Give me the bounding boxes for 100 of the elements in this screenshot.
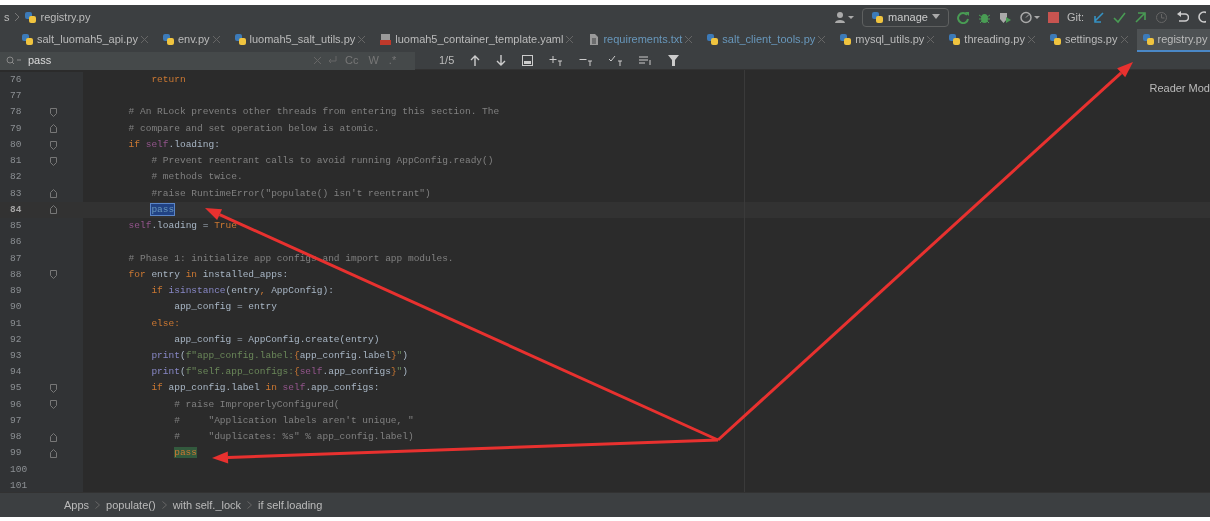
- code-line: # "duplicates: %s" % app_config.label): [173, 430, 414, 445]
- close-icon[interactable]: [212, 36, 220, 43]
- window-icon[interactable]: [522, 55, 534, 66]
- python-file-icon: [1048, 33, 1062, 46]
- close-icon[interactable]: [685, 36, 693, 43]
- editor-tab[interactable]: luomah5_container_template.yaml: [374, 29, 579, 52]
- code-line: print(f"app_config.label:{app_config.label}"): [150, 348, 408, 363]
- clear-icon[interactable]: [314, 57, 321, 64]
- arrow-up-icon[interactable]: [470, 55, 481, 66]
- file-name[interactable]: registry.py: [40, 8, 91, 26]
- line-number: 84: [9, 202, 23, 217]
- fold-marker-icon[interactable]: [50, 140, 57, 150]
- fold-marker-icon[interactable]: [50, 108, 57, 118]
- path-segment[interactable]: s: [4, 8, 10, 26]
- code-line: app_config = entry: [173, 300, 277, 315]
- fold-marker-icon[interactable]: [50, 270, 57, 280]
- code-line: # "Application labels aren't unique, ": [173, 413, 414, 428]
- fold-marker-icon[interactable]: [50, 205, 57, 215]
- code-line: # raise ImproperlyConfigured(: [173, 397, 340, 412]
- add-occurrence-icon[interactable]: [549, 55, 564, 66]
- line-number: 92: [9, 332, 23, 347]
- editor-tab[interactable]: requirements.txt: [582, 29, 698, 52]
- line-number: 98: [9, 430, 23, 445]
- text-file-icon: [587, 33, 601, 46]
- close-icon[interactable]: [358, 36, 366, 43]
- python-file-icon: [1141, 33, 1155, 46]
- newline-icon[interactable]: [327, 56, 337, 65]
- line-number: 77: [9, 89, 23, 104]
- editor-tab[interactable]: mysql_utils.py: [834, 29, 940, 52]
- undo-icon[interactable]: [1176, 10, 1189, 24]
- close-icon[interactable]: [818, 36, 826, 43]
- code-line: #raise RuntimeError("populate() isn't reentrant"): [150, 186, 431, 201]
- close-icon[interactable]: [1027, 36, 1035, 43]
- user-icon[interactable]: [834, 11, 855, 23]
- line-number: 88: [9, 267, 23, 282]
- checkmark-icon[interactable]: [1113, 10, 1126, 24]
- fold-marker-icon[interactable]: [50, 449, 57, 458]
- chevron-icon: [13, 12, 20, 22]
- code-line: # Phase 1: initialize app configs and import app modules.: [127, 251, 454, 266]
- python-file-icon: [871, 10, 885, 24]
- chevron-icon: [247, 501, 253, 509]
- push-arrow-icon[interactable]: [1134, 10, 1147, 24]
- shield-run-icon[interactable]: [998, 10, 1012, 24]
- reader-mode-label[interactable]: Reader Mod: [1149, 80, 1210, 97]
- editor-tab[interactable]: threading.py: [943, 29, 1040, 52]
- fold-marker-icon[interactable]: [50, 124, 57, 134]
- line-number: 79: [9, 121, 23, 136]
- code-line: print(f"self.app_configs:{self.app_configs}"): [150, 365, 408, 380]
- editor-tab[interactable]: registry.py: [1136, 29, 1210, 52]
- line-number: 76: [9, 73, 23, 87]
- code-line: # An RLock prevents other threads from entering this section. The: [127, 105, 500, 120]
- clock-icon[interactable]: [1155, 10, 1168, 24]
- match-count: 1/5: [439, 53, 455, 69]
- editor-tab[interactable]: salt_luomah5_api.py: [16, 29, 153, 52]
- code-line: if isinstance(entry, AppConfig):: [150, 284, 334, 299]
- code-line: return: [150, 73, 186, 87]
- update-arrow-icon[interactable]: [1092, 10, 1105, 24]
- fold-marker-icon[interactable]: [50, 432, 57, 442]
- editor-tab[interactable]: settings.py: [1043, 29, 1133, 52]
- fold-marker-icon[interactable]: [50, 384, 57, 394]
- line-number: 83: [9, 186, 23, 201]
- vcs-label: Git:: [1066, 9, 1084, 25]
- line-number: 85: [9, 219, 23, 234]
- python-file-icon: [948, 33, 962, 46]
- run-config-dropdown[interactable]: manage: [862, 7, 949, 27]
- editor-tab[interactable]: env.py: [156, 29, 225, 52]
- filter-icon[interactable]: [668, 55, 680, 66]
- line-number: 99: [9, 446, 23, 461]
- line-number: 80: [9, 137, 23, 152]
- code-line: # methods twice.: [150, 170, 243, 185]
- line-number: 90: [9, 300, 23, 315]
- line-number: 97: [9, 413, 23, 428]
- line-number: 101: [9, 478, 29, 492]
- breadcrumb-item[interactable]: if self.loading: [258, 496, 323, 514]
- python-file-icon: [21, 33, 34, 46]
- line-number: 87: [9, 251, 23, 266]
- breadcrumb-item[interactable]: Apps: [64, 496, 90, 514]
- close-icon[interactable]: [1120, 36, 1128, 43]
- editor-tab[interactable]: salt_client_tools.py: [701, 29, 831, 52]
- fold-marker-icon[interactable]: [50, 400, 57, 410]
- select-all-icon[interactable]: [609, 55, 624, 66]
- stop-icon[interactable]: [1047, 11, 1059, 23]
- close-icon[interactable]: [927, 36, 935, 43]
- rerun-icon[interactable]: [956, 10, 970, 24]
- breadcrumb-item[interactable]: populate(): [106, 496, 156, 514]
- gauge-icon[interactable]: [1019, 10, 1040, 24]
- yaml-file-icon: [379, 33, 393, 46]
- close-icon[interactable]: [140, 36, 148, 43]
- chevron-icon: [161, 501, 167, 509]
- code-line: if self.loading:: [127, 137, 220, 152]
- editor-tab[interactable]: luomah5_salt_utils.py: [228, 29, 371, 52]
- line-number: 94: [9, 365, 23, 380]
- python-file-icon: [233, 33, 247, 46]
- line-number: 81: [9, 154, 23, 169]
- breadcrumb-item[interactable]: with self._lock: [172, 496, 242, 514]
- list-options-icon[interactable]: [639, 55, 653, 66]
- fold-marker-icon[interactable]: [50, 156, 57, 166]
- close-icon[interactable]: [566, 36, 574, 43]
- fold-marker-icon[interactable]: [50, 189, 57, 199]
- arrow-down-icon[interactable]: [496, 55, 507, 66]
